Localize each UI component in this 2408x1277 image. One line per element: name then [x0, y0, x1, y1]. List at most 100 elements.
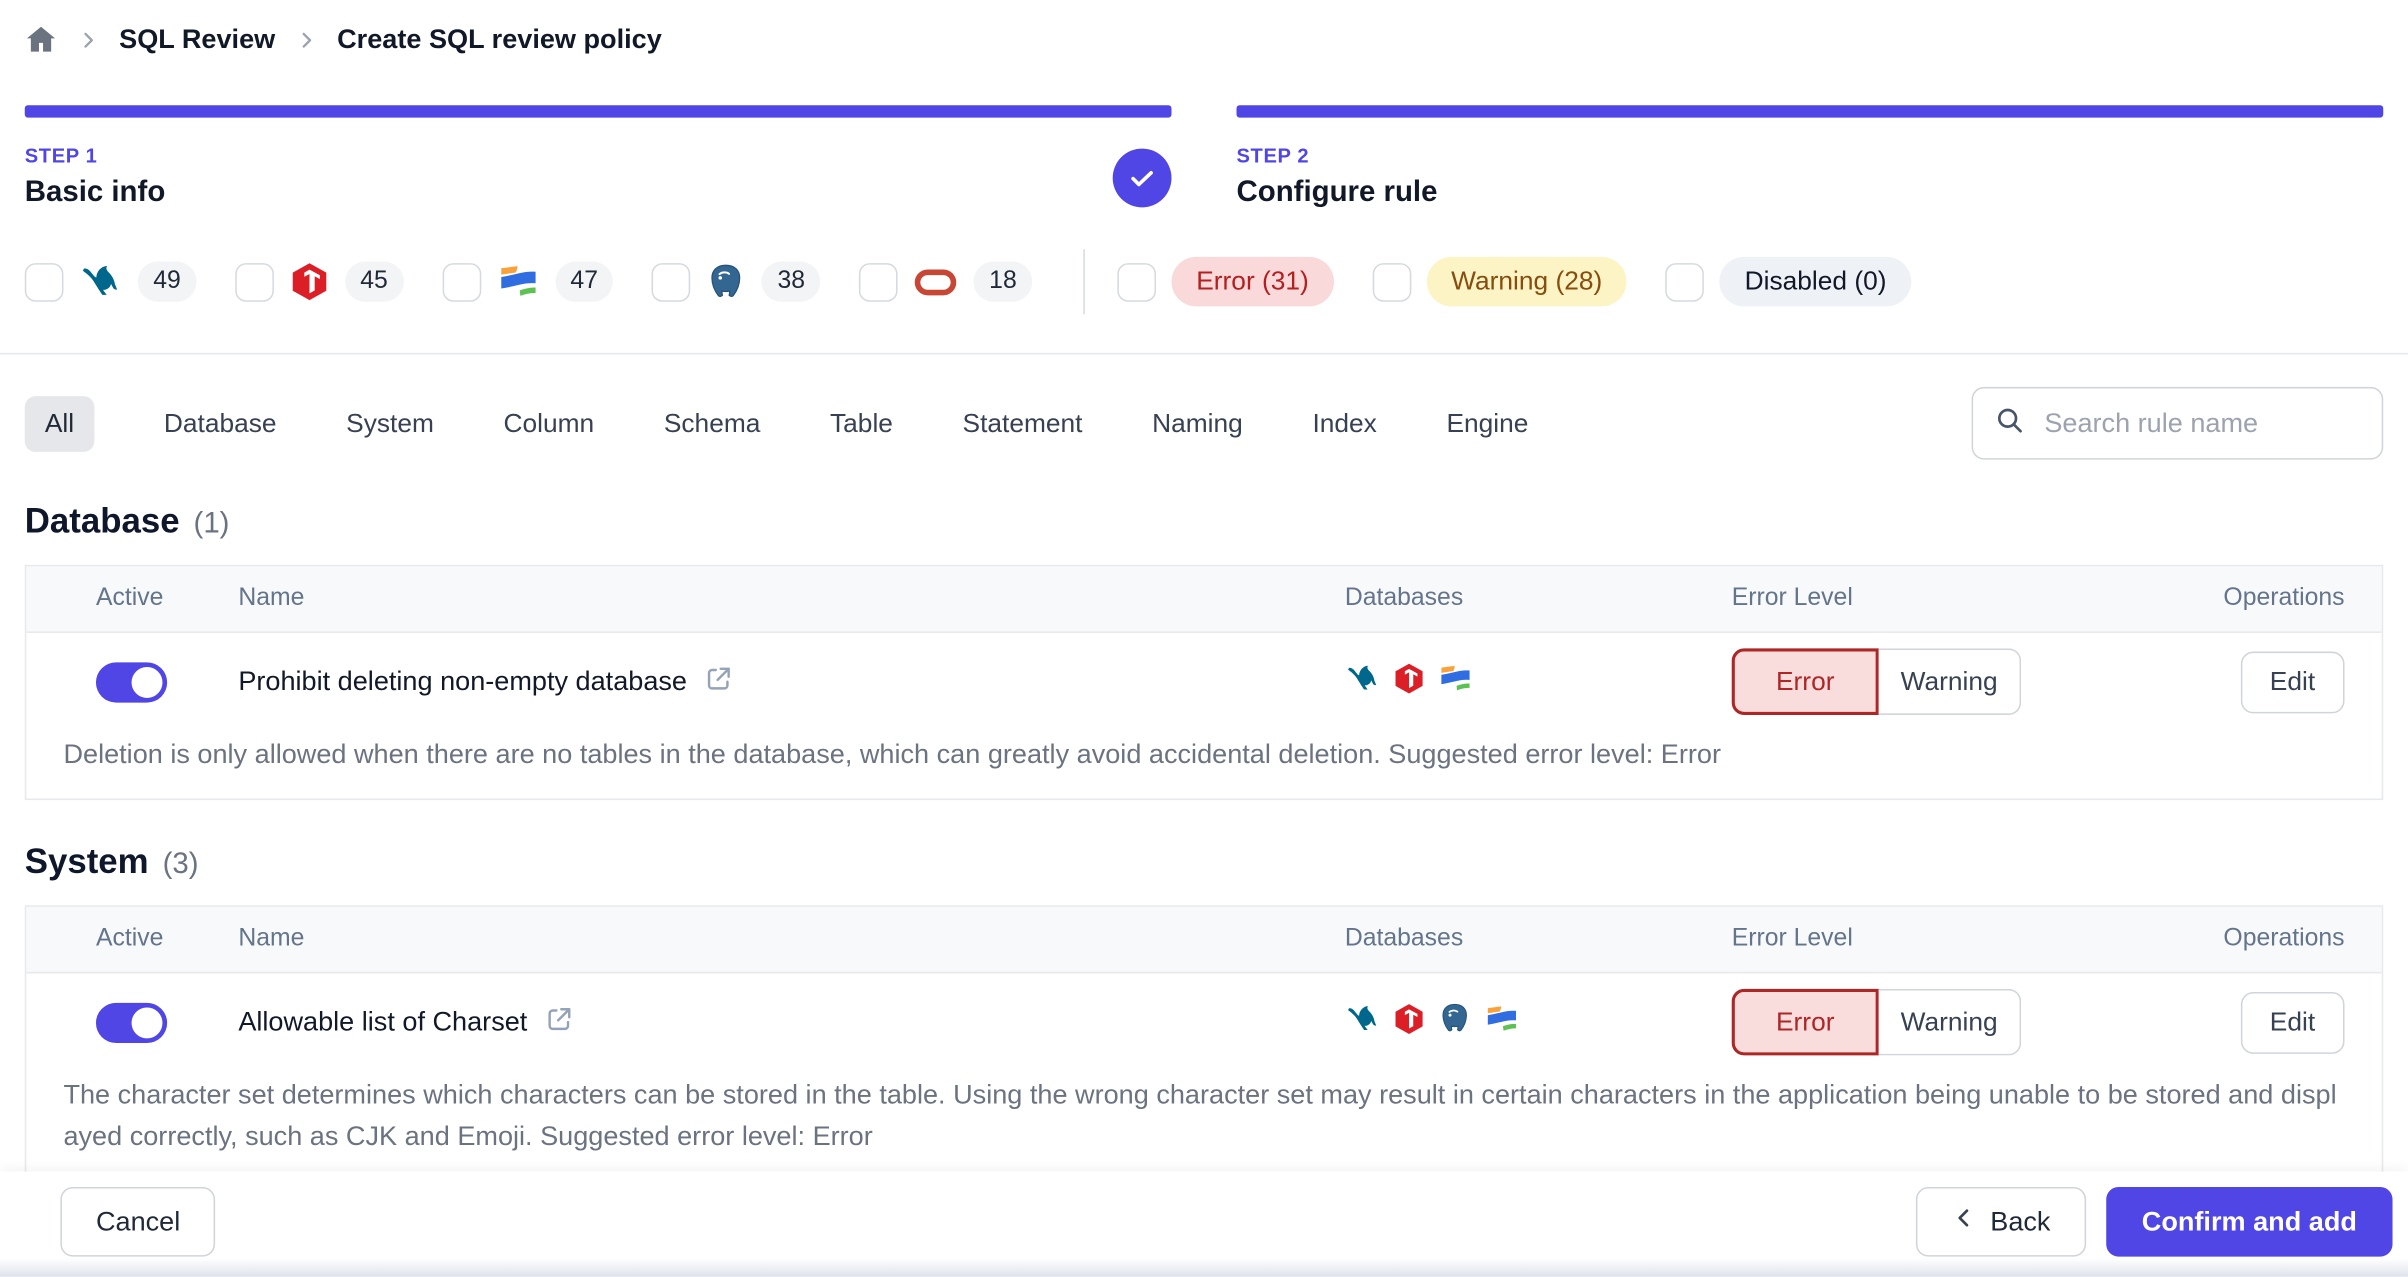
error-level-error-button[interactable]: Error	[1731, 648, 1879, 715]
database-section-heading: Database (1)	[0, 501, 2408, 541]
table-row: Allowable list of Charset Error Warning …	[26, 974, 2381, 1071]
warning-level-checkbox[interactable]	[1372, 262, 1411, 302]
error-level-warning-button[interactable]: Warning	[1878, 648, 2022, 715]
postgresql-checkbox[interactable]	[652, 262, 691, 302]
tab-table[interactable]: Table	[830, 408, 893, 439]
rule-name: Prohibit deleting non-empty database	[238, 665, 687, 697]
mysql-icon	[79, 260, 122, 303]
oracle-checkbox[interactable]	[859, 262, 898, 302]
filter-disabled-level: Disabled (0)	[1665, 256, 1912, 307]
mysql-icon	[1345, 660, 1381, 703]
disabled-level-checkbox[interactable]	[1665, 262, 1705, 302]
table-header: Active Name Databases Error Level Operat…	[26, 907, 2382, 974]
oceanbase-icon	[1438, 660, 1474, 703]
tab-all[interactable]: All	[24, 395, 95, 452]
external-link-icon[interactable]	[544, 1004, 573, 1041]
tab-column[interactable]: Column	[504, 408, 595, 439]
tab-index[interactable]: Index	[1312, 408, 1376, 439]
tab-schema[interactable]: Schema	[664, 408, 761, 439]
tab-statement[interactable]: Statement	[963, 408, 1083, 439]
home-icon[interactable]	[25, 23, 57, 55]
section-title-system: System	[24, 842, 149, 881]
footer-action-bar: Cancel Back Confirm and add	[0, 1171, 2408, 1277]
cancel-button[interactable]: Cancel	[60, 1186, 216, 1256]
rule-name: Allowable list of Charset	[238, 1006, 528, 1038]
search-input[interactable]	[2041, 405, 2361, 442]
postgresql-count-badge: 38	[762, 261, 821, 302]
table-header-operations: Operations	[2223, 584, 2345, 612]
breadcrumb: SQL Review Create SQL review policy	[0, 0, 2408, 68]
step-1-progress-bar	[24, 105, 1172, 118]
table-header-databases: Databases	[1344, 584, 1464, 612]
oceanbase-count-badge: 47	[554, 261, 614, 302]
mysql-checkbox[interactable]	[24, 262, 64, 302]
search-box[interactable]	[1971, 386, 2384, 460]
filter-postgresql: 38	[652, 261, 821, 302]
step-1-label: STEP 1	[24, 143, 98, 168]
page: SQL Review Create SQL review policy STEP…	[0, 0, 2408, 1277]
tab-naming[interactable]: Naming	[1152, 408, 1243, 439]
breadcrumb-sql-review[interactable]: SQL Review	[119, 23, 275, 55]
table-header-error-level: Error Level	[1731, 584, 1853, 612]
table-header-active: Active	[95, 584, 164, 612]
tab-engine[interactable]: Engine	[1446, 408, 1528, 439]
oceanbase-icon	[1484, 1001, 1520, 1044]
error-level-segmented-control: Error Warning	[1731, 989, 2196, 1056]
error-level-segmented-control: Error Warning	[1731, 648, 2196, 715]
tab-database[interactable]: Database	[164, 408, 277, 439]
filter-tidb: 45	[234, 261, 404, 302]
warning-count-badge: Warning (28)	[1426, 256, 1628, 307]
mysql-count-badge: 49	[137, 261, 197, 302]
tidb-icon	[289, 262, 329, 302]
oceanbase-icon	[496, 260, 539, 303]
rule-database-icons	[1345, 660, 1732, 703]
database-rule-table: Active Name Databases Error Level Operat…	[24, 564, 2384, 801]
system-section-heading: System (3)	[0, 842, 2408, 882]
tidb-checkbox[interactable]	[234, 262, 274, 302]
back-button-label: Back	[1990, 1204, 2051, 1236]
oracle-count-badge: 18	[973, 261, 1033, 302]
chevron-left-icon	[1952, 1205, 1977, 1237]
edit-button[interactable]: Edit	[2240, 650, 2345, 713]
step-1-title: Basic info	[24, 176, 166, 209]
table-row: Prohibit deleting non-empty database Err…	[26, 633, 2381, 730]
section-title-database: Database	[24, 501, 180, 541]
table-header-name: Name	[238, 925, 305, 953]
filter-bar: 49 45 47 38 18 Error (31) Warning (28) D…	[0, 249, 2408, 315]
tab-system[interactable]: System	[346, 408, 434, 439]
table-header-operations: Operations	[2223, 925, 2345, 953]
error-level-error-button[interactable]: Error	[1731, 989, 1879, 1056]
tidb-icon	[1393, 1002, 1425, 1042]
oracle-icon	[913, 259, 958, 304]
table-header-active: Active	[95, 925, 164, 953]
step-2-title: Configure rule	[1236, 176, 1438, 209]
disabled-count-badge: Disabled (0)	[1719, 256, 1912, 307]
edit-button[interactable]: Edit	[2240, 991, 2345, 1054]
filter-divider	[1083, 249, 1085, 315]
filter-warning-level: Warning (28)	[1372, 256, 1628, 307]
back-button[interactable]: Back	[1915, 1186, 2087, 1256]
filter-mysql: 49	[24, 260, 197, 303]
rule-active-toggle[interactable]	[95, 661, 168, 702]
step-indicator: STEP 1 Basic info STEP 2 Configure rule	[0, 105, 2408, 210]
postgresql-icon	[706, 262, 746, 302]
external-link-icon[interactable]	[704, 663, 733, 700]
oceanbase-checkbox[interactable]	[441, 262, 481, 302]
table-header: Active Name Databases Error Level Operat…	[26, 566, 2382, 633]
step-1-completed-check-icon	[1112, 147, 1172, 207]
chevron-right-icon	[77, 29, 99, 51]
error-level-warning-button[interactable]: Warning	[1878, 989, 2022, 1056]
confirm-and-add-button[interactable]: Confirm and add	[2106, 1186, 2393, 1256]
rule-active-toggle[interactable]	[95, 1002, 168, 1043]
filter-error-level: Error (31)	[1117, 256, 1334, 307]
section-divider	[0, 352, 2408, 355]
section-count-system: (3)	[162, 848, 199, 881]
step-2-progress-bar	[1236, 105, 2384, 118]
system-rule-table: Active Name Databases Error Level Operat…	[24, 905, 2384, 1182]
step-1: STEP 1 Basic info	[24, 105, 1172, 210]
step-2: STEP 2 Configure rule	[1236, 105, 2384, 210]
chevron-right-icon	[295, 29, 317, 51]
error-level-checkbox[interactable]	[1117, 262, 1157, 302]
postgresql-icon	[1438, 1002, 1472, 1044]
section-count-database: (1)	[193, 507, 230, 541]
